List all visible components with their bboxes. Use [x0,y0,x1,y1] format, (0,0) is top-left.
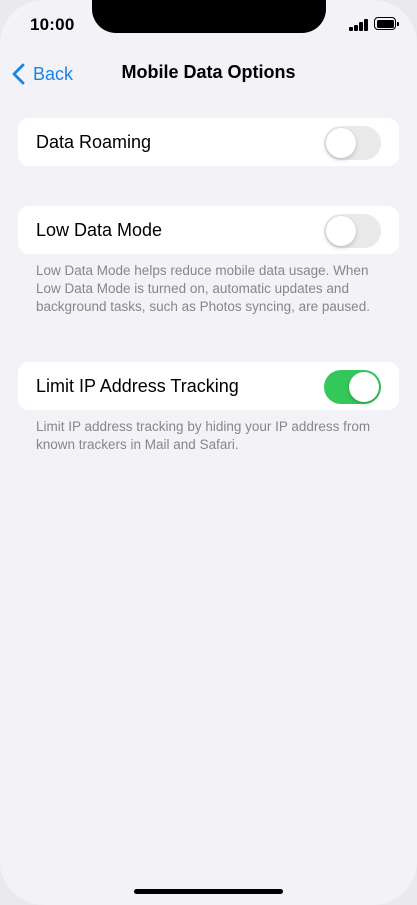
low-data-mode-footnote: Low Data Mode helps reduce mobile data u… [36,263,370,314]
row-label: Data Roaming [36,132,152,152]
battery-icon [374,17,399,31]
toggle-knob [326,216,356,246]
low-data-mode-toggle[interactable] [324,214,381,248]
data-roaming-toggle[interactable] [324,126,381,160]
row-label: Low Data Mode [36,220,163,240]
notch [92,0,326,33]
cellular-signal-icon [349,19,368,31]
limit-ip-tracking-footnote: Limit IP address tracking by hiding your… [36,419,371,452]
status-time: 10:00 [30,15,75,34]
settings-row-data-roaming: Data Roaming [18,118,399,166]
home-indicator[interactable] [134,889,283,894]
settings-row-low-data-mode: Low Data Mode [18,206,399,254]
row-label: Limit IP Address Tracking [36,376,239,396]
toggle-knob [349,372,379,402]
page-title: Mobile Data Options [121,62,296,82]
toggle-knob [326,128,356,158]
settings-row-limit-ip-tracking: Limit IP Address Tracking [18,362,399,410]
limit-ip-tracking-toggle[interactable] [324,370,381,404]
phone-screen: 10:00 Back Mobile Data Options Data Roam… [0,0,417,905]
